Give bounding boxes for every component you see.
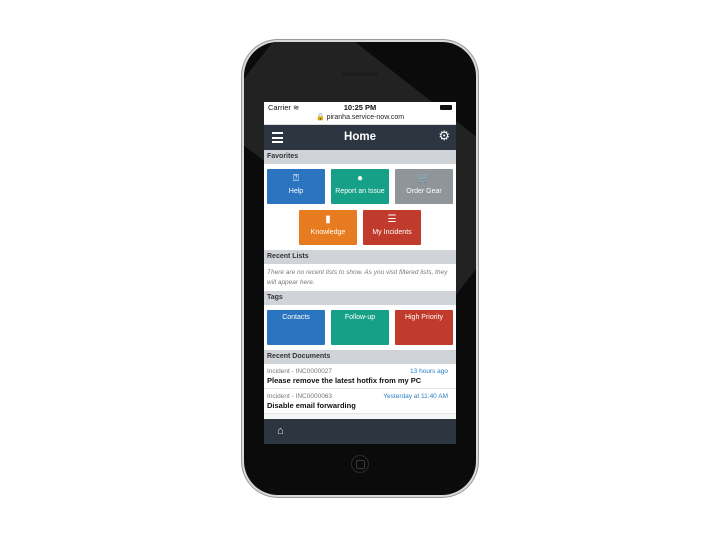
- list-icon: ☰: [387, 214, 397, 225]
- document-title: Disable email forwarding: [267, 401, 356, 410]
- favorite-label: Help: [288, 188, 304, 195]
- home-icon[interactable]: ⌂: [277, 425, 284, 437]
- tag-high-priority[interactable]: High Priority: [395, 310, 453, 345]
- favorite-label: Order Gear: [406, 188, 442, 195]
- clock: 10:25 PM: [343, 103, 377, 112]
- page-title: Home: [344, 131, 376, 143]
- tags-grid: Contacts Follow-up High Priority: [264, 305, 456, 350]
- recent-lists-empty-message: There are no recent lists to show. As yo…: [264, 264, 456, 291]
- help-icon: ⍰: [293, 173, 299, 184]
- gear-icon[interactable]: ⚙: [438, 129, 450, 143]
- favorite-order-gear[interactable]: 🛒 Order Gear: [395, 169, 453, 204]
- favorite-label: My Incidents: [372, 229, 412, 236]
- favorite-label: Report an Issue: [335, 188, 385, 195]
- phone-frame: Carrier ≋ 10:25 PM 🔒 piranha.service-now…: [244, 42, 476, 495]
- favorite-report-issue[interactable]: ● Report an Issue: [331, 169, 389, 204]
- list-item[interactable]: Incident - INC0000027 13 hours ago Pleas…: [264, 364, 456, 389]
- document-timestamp: 13 hours ago: [410, 368, 448, 375]
- address-bar[interactable]: 🔒 piranha.service-now.com: [264, 113, 456, 125]
- phone-screen: Carrier ≋ 10:25 PM 🔒 piranha.service-now…: [264, 102, 456, 444]
- recent-lists-heading: Recent Lists: [264, 250, 456, 264]
- favorite-knowledge[interactable]: ▮ Knowledge: [299, 210, 357, 245]
- tags-heading: Tags: [264, 291, 456, 305]
- book-icon: ▮: [325, 214, 331, 225]
- battery-icon: [440, 105, 452, 110]
- favorites-grid: ⍰ Help ● Report an Issue 🛒 Order Gear ▮ …: [264, 164, 456, 250]
- favorite-label: Knowledge: [310, 229, 346, 236]
- tag-follow-up[interactable]: Follow-up: [331, 310, 389, 345]
- alert-icon: ●: [356, 173, 364, 184]
- bottom-toolbar: ⌂: [264, 419, 456, 444]
- app-header: Home ⚙: [264, 125, 456, 150]
- recent-documents-heading: Recent Documents: [264, 350, 456, 364]
- favorites-heading: Favorites: [264, 150, 456, 164]
- favorite-my-incidents[interactable]: ☰ My Incidents: [363, 210, 421, 245]
- favorite-help[interactable]: ⍰ Help: [267, 169, 325, 204]
- hardware-home-button[interactable]: [351, 455, 369, 473]
- tag-contacts[interactable]: Contacts: [267, 310, 325, 345]
- document-timestamp: Yesterday at 11:40 AM: [383, 393, 448, 400]
- list-item[interactable]: Incident - INC0000063 Yesterday at 11:40…: [264, 389, 456, 414]
- status-bar: Carrier ≋ 10:25 PM: [264, 102, 456, 113]
- document-title: Please remove the latest hotfix from my …: [267, 376, 422, 385]
- cart-icon: 🛒: [417, 173, 431, 184]
- speaker-grille: [342, 72, 378, 76]
